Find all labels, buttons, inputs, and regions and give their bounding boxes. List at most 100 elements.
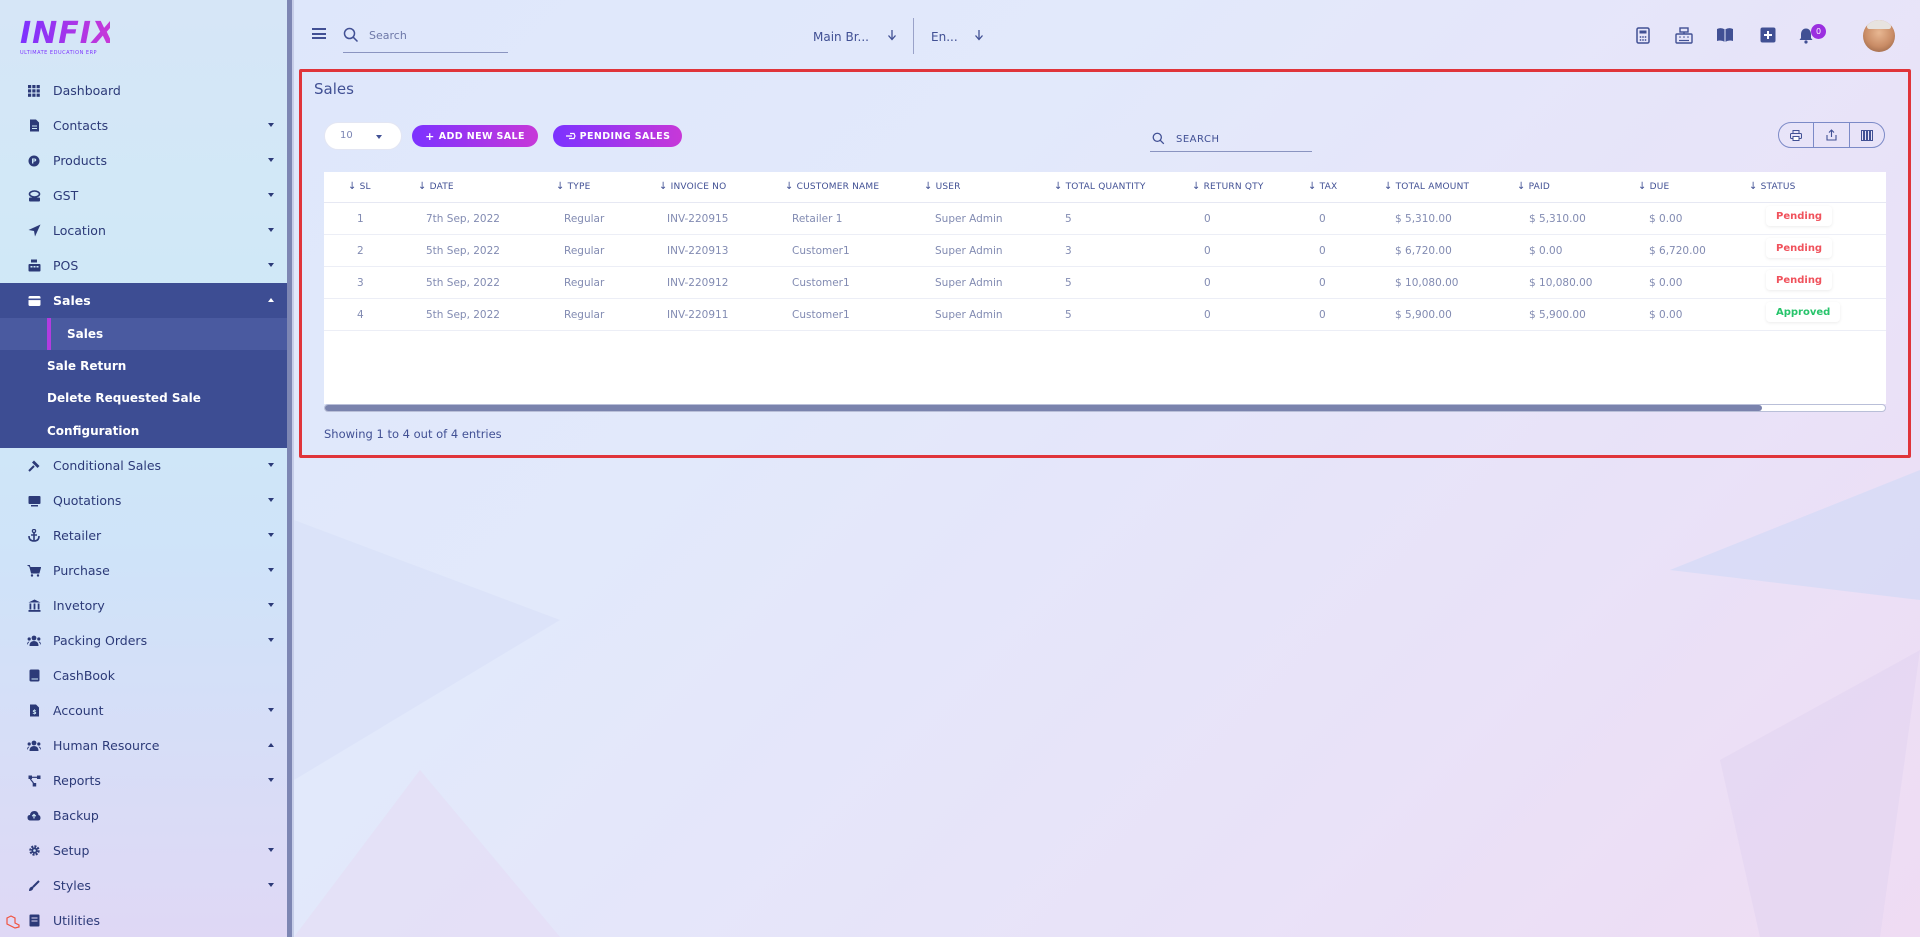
table-search-input[interactable]: SEARCH <box>1150 128 1312 152</box>
cell-type: Regular <box>564 213 605 225</box>
sidebar-item-label: Packing Orders <box>53 633 148 648</box>
column-header-status[interactable]: ↓ STATUS <box>1749 181 1796 192</box>
sidebar-item-setup[interactable]: Setup <box>0 833 292 868</box>
arrow-down-icon[interactable] <box>887 29 897 41</box>
cell-type: Regular <box>564 245 605 257</box>
sidebar-subitem-delete-requested-sale[interactable]: Delete Requested Sale <box>0 382 292 414</box>
sidebar-item-conditional-sales[interactable]: Conditional Sales <box>0 448 292 483</box>
column-header-due[interactable]: ↓ DUE <box>1638 181 1669 192</box>
plus-square-icon[interactable] <box>1760 27 1776 43</box>
sidebar-item-gst[interactable]: GST <box>0 178 292 213</box>
export-button[interactable] <box>1814 123 1850 147</box>
user-avatar[interactable] <box>1863 20 1895 52</box>
sidebar-item-location[interactable]: Location <box>0 213 292 248</box>
page-title: Sales <box>314 80 354 98</box>
column-header-total-amount[interactable]: ↓ TOTAL AMOUNT <box>1384 181 1469 192</box>
sidebar-item-contacts[interactable]: Contacts <box>0 108 292 143</box>
sidebar-subitem-sale-return[interactable]: Sale Return <box>0 350 292 382</box>
sidebar-item-label: Setup <box>53 843 90 858</box>
chevron-down-icon <box>268 228 274 232</box>
users-icon <box>27 739 41 753</box>
table-row[interactable]: 4 5th Sep, 2022 Regular INV-220911 Customer1… <box>324 299 1886 331</box>
sidebar-item-account[interactable]: $ Account <box>0 693 292 728</box>
sidebar-subitem-sales[interactable]: Sales <box>0 318 292 350</box>
chevron-down-icon <box>268 603 274 607</box>
cell-user: Super Admin <box>935 245 1003 257</box>
book-open-icon[interactable] <box>1716 27 1734 43</box>
chevron-down-icon <box>268 463 274 467</box>
column-header-label: PAID <box>1528 181 1550 192</box>
branch-select[interactable]: Main Br... <box>813 30 869 44</box>
scrollbar-thumb[interactable] <box>325 405 1762 411</box>
svg-text:$: $ <box>32 709 36 716</box>
sidebar-scrollbar[interactable] <box>287 0 292 937</box>
sidebar-item-label: Conditional Sales <box>53 458 162 473</box>
sidebar-item-pos[interactable]: POS <box>0 248 292 283</box>
column-header-label: RETURN QTY <box>1203 181 1264 192</box>
table-horizontal-scrollbar[interactable] <box>324 404 1886 412</box>
laravel-icon[interactable] <box>6 915 20 929</box>
sidebar-item-products[interactable]: P Products <box>0 143 292 178</box>
sidebar-item-styles[interactable]: Styles <box>0 868 292 903</box>
book-icon <box>27 669 41 683</box>
sidebar-item-label: Quotations <box>53 493 122 508</box>
search-placeholder: Search <box>369 29 407 42</box>
column-header-customer-name[interactable]: ↓ CUSTOMER NAME <box>785 181 879 192</box>
column-header-total-quantity[interactable]: ↓ TOTAL QUANTITY <box>1054 181 1146 192</box>
utilities-icon <box>27 914 41 928</box>
sort-arrow-icon: ↓ <box>418 181 427 192</box>
sidebar-item-utilities[interactable]: Utilities <box>0 903 292 937</box>
logo-tagline: ULTIMATE EDUCATION ERP <box>20 50 98 56</box>
arrow-down-icon[interactable] <box>974 29 984 41</box>
sidebar-subitem-configuration[interactable]: Configuration <box>0 414 292 448</box>
column-header-invoice-no[interactable]: ↓ INVOICE NO <box>659 181 726 192</box>
sidebar-item-invetory[interactable]: Invetory <box>0 588 292 623</box>
cell-sl: 2 <box>357 245 364 257</box>
top-search-input[interactable]: Search <box>343 24 508 53</box>
column-header-sl[interactable]: ↓ SL <box>348 181 371 192</box>
location-icon <box>27 224 41 238</box>
table-row[interactable]: 2 5th Sep, 2022 Regular INV-220913 Customer1… <box>324 235 1886 267</box>
column-header-paid[interactable]: ↓ PAID <box>1517 181 1550 192</box>
print-button[interactable] <box>1779 123 1815 147</box>
brush-icon <box>27 879 41 893</box>
column-header-tax[interactable]: ↓ TAX <box>1308 181 1337 192</box>
sidebar-item-cashbook[interactable]: CashBook <box>0 658 292 693</box>
chevron-down-icon <box>268 498 274 502</box>
add-new-sale-button[interactable]: + ADD NEW SALE <box>412 125 538 147</box>
hammer-icon <box>27 459 41 473</box>
sidebar-item-backup[interactable]: Backup <box>0 798 292 833</box>
sidebar-item-purchase[interactable]: Purchase <box>0 553 292 588</box>
cell-user: Super Admin <box>935 277 1003 289</box>
column-header-user[interactable]: ↓ USER <box>924 181 961 192</box>
cell-tax: 0 <box>1319 213 1326 225</box>
entries-info: Showing 1 to 4 out of 4 entries <box>324 427 502 441</box>
table-row[interactable]: 1 7th Sep, 2022 Regular INV-220915 Retailer … <box>324 203 1886 235</box>
pending-sales-button[interactable]: PENDING SALES <box>553 125 682 147</box>
contacts-icon <box>27 119 41 133</box>
sidebar-item-quotations[interactable]: Quotations <box>0 483 292 518</box>
inventory-icon <box>27 599 41 613</box>
calculator-icon[interactable] <box>1636 27 1650 44</box>
chevron-up-icon <box>268 743 274 747</box>
column-header-type[interactable]: ↓ TYPE <box>556 181 591 192</box>
table-row[interactable]: 3 5th Sep, 2022 Regular INV-220912 Customer1… <box>324 267 1886 299</box>
search-icon <box>1152 132 1165 145</box>
infix-logo[interactable]: INFIX ULTIMATE EDUCATION ERP <box>20 18 115 58</box>
hand-point-icon <box>565 132 576 140</box>
sidebar-item-sales[interactable]: Sales <box>0 283 292 318</box>
gst-icon <box>27 189 41 203</box>
sidebar-item-dashboard[interactable]: Dashboard <box>0 73 292 108</box>
column-header-return-qty[interactable]: ↓ RETURN QTY <box>1192 181 1264 192</box>
sidebar-item-packing-orders[interactable]: Packing Orders <box>0 623 292 658</box>
sidebar-item-reports[interactable]: Reports <box>0 763 292 798</box>
menu-toggle-icon[interactable] <box>312 28 326 39</box>
retailer-icon <box>27 529 41 543</box>
per-page-select[interactable]: 10 <box>324 122 402 150</box>
language-select[interactable]: En... <box>931 30 958 44</box>
columns-button[interactable] <box>1850 123 1884 147</box>
sidebar-item-retailer[interactable]: Retailer <box>0 518 292 553</box>
column-header-date[interactable]: ↓ DATE <box>418 181 454 192</box>
cash-register-icon[interactable] <box>1675 27 1693 44</box>
sidebar-item-human-resource[interactable]: Human Resource <box>0 728 292 763</box>
